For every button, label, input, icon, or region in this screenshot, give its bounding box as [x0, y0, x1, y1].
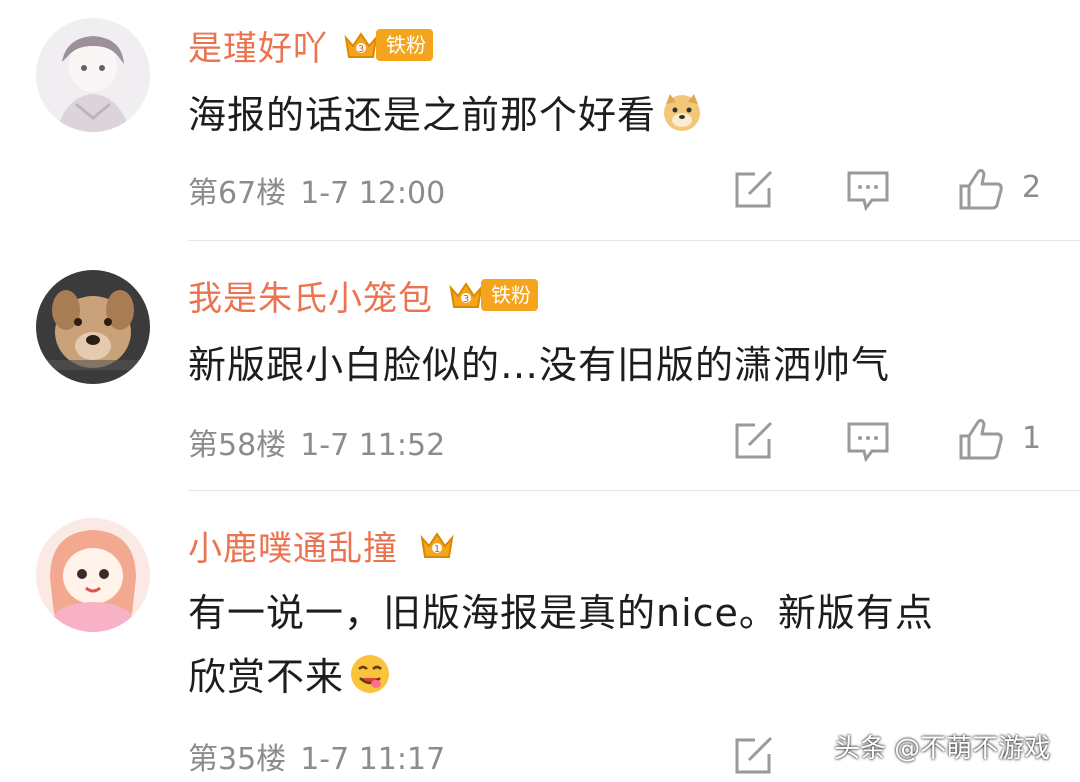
- fan-badge: 铁粉: [376, 29, 433, 61]
- like-icon[interactable]: [958, 166, 1004, 212]
- avatar[interactable]: [36, 518, 150, 632]
- fan-badge: 铁粉: [481, 279, 538, 311]
- crown-icon: 3: [342, 26, 380, 64]
- floor-number: 第67楼: [188, 176, 287, 211]
- avatar[interactable]: [36, 270, 150, 384]
- comment-meta: 第67楼 1-7 12:00: [188, 168, 445, 212]
- crown-icon: 3: [447, 276, 485, 314]
- comment-icon[interactable]: [846, 421, 890, 463]
- timestamp: 1-7 11:17: [300, 742, 446, 777]
- like-count: 1: [1022, 421, 1042, 456]
- username[interactable]: 小鹿噗通乱撞: [188, 521, 398, 570]
- comment-icon[interactable]: [846, 170, 890, 212]
- comment-text: 欣赏不来: [188, 648, 392, 706]
- svg-text:3: 3: [358, 44, 364, 55]
- svg-text:3: 3: [463, 294, 469, 305]
- comment-text-content: 欣赏不来: [188, 655, 345, 699]
- avatar[interactable]: [36, 18, 150, 132]
- yummy-emoji: [348, 652, 392, 696]
- like-count: 2: [1022, 170, 1042, 205]
- crown-icon: 1: [418, 526, 456, 564]
- like-icon[interactable]: [958, 416, 1004, 462]
- comment-text-content: 海报的话还是之前那个好看: [188, 93, 657, 137]
- comment-meta: 第58楼 1-7 11:52: [188, 420, 445, 464]
- username[interactable]: 我是朱氏小笼包: [188, 271, 433, 320]
- username[interactable]: 是瑾好吖: [188, 21, 328, 70]
- timestamp: 1-7 12:00: [300, 176, 446, 211]
- watermark: 头条 @不萌不游戏: [834, 734, 1051, 764]
- timestamp: 1-7 11:52: [300, 428, 446, 463]
- comment-text: 有一说一，旧版海报是真的nice。新版有点: [188, 591, 934, 635]
- doge-emoji: [660, 90, 704, 134]
- floor-number: 第58楼: [188, 428, 287, 463]
- comment-meta: 第35楼 1-7 11:17: [188, 734, 445, 778]
- edit-icon[interactable]: [733, 736, 775, 776]
- edit-icon[interactable]: [733, 421, 775, 461]
- divider: [188, 490, 1080, 491]
- comment-text: 新版跟小白脸似的…没有旧版的潇洒帅气: [188, 343, 891, 387]
- edit-icon[interactable]: [733, 170, 775, 210]
- divider: [188, 240, 1080, 241]
- floor-number: 第35楼: [188, 742, 287, 777]
- svg-text:1: 1: [434, 544, 440, 555]
- comment-text: 海报的话还是之前那个好看: [188, 86, 704, 144]
